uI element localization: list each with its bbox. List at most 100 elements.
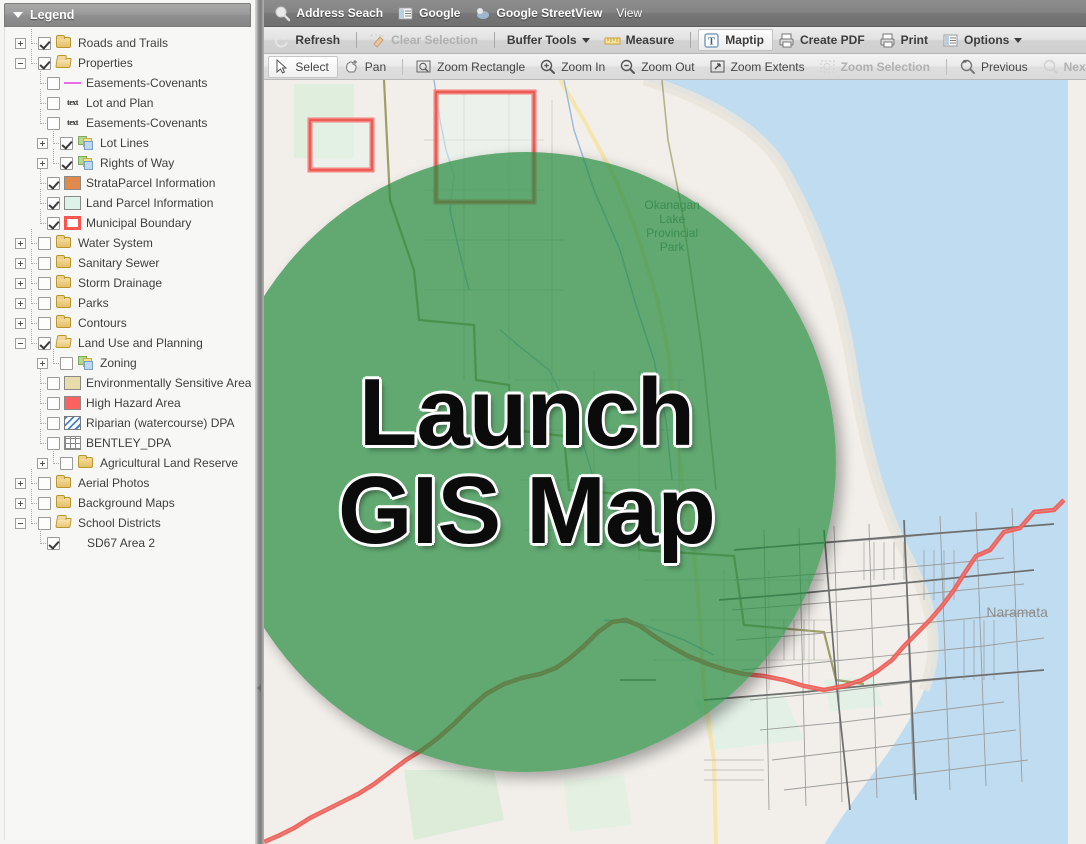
tree-expander-minus-icon[interactable] [15, 58, 26, 69]
tree-guide [37, 533, 46, 553]
legend-item-checkbox[interactable] [60, 357, 73, 370]
nav-zoom-extents[interactable]: Zoom Extents [704, 56, 814, 78]
legend-item[interactable]: Parks [5, 293, 251, 313]
legend-item-checkbox[interactable] [38, 497, 51, 510]
legend-item[interactable]: textLot and Plan [5, 93, 251, 113]
legend-item[interactable]: Riparian (watercourse) DPA [5, 413, 251, 433]
legend-item[interactable]: Zoning [5, 353, 251, 373]
tree-expander-plus-icon[interactable] [37, 138, 48, 149]
tree-expander-plus-icon[interactable] [37, 458, 48, 469]
legend-item[interactable]: Aerial Photos [5, 473, 251, 493]
legend-item[interactable]: School Districts [5, 513, 251, 533]
tree-guide [37, 93, 46, 113]
panel-splitter[interactable] [256, 0, 264, 844]
tree-guide [28, 53, 37, 73]
legend-item-checkbox[interactable] [38, 277, 51, 290]
nav-zoom-out[interactable]: Zoom Out [614, 56, 703, 78]
legend-item[interactable]: Agricultural Land Reserve [5, 453, 251, 473]
legend-item-checkbox[interactable] [47, 537, 60, 550]
legend-header[interactable]: Legend [4, 3, 251, 27]
chevron-down-icon[interactable] [582, 38, 590, 43]
map-canvas[interactable]: Okanagan Lake Provincial Park Naramata L… [264, 80, 1086, 844]
tree-expander-plus-icon[interactable] [15, 38, 26, 49]
legend-item[interactable]: Sanitary Sewer [5, 253, 251, 273]
tool-refresh[interactable]: Refresh [268, 29, 349, 51]
legend-item[interactable]: Storm Drainage [5, 273, 251, 293]
legend-item-checkbox[interactable] [47, 117, 60, 130]
legend-item-checkbox[interactable] [47, 397, 60, 410]
legend-item-checkbox[interactable] [38, 237, 51, 250]
collapse-panel-arrow-icon[interactable] [257, 684, 261, 692]
nav-zoom-rectangle[interactable]: Zoom Rectangle [410, 56, 534, 78]
legend-item[interactable]: Lot Lines [5, 133, 251, 153]
legend-item-checkbox[interactable] [47, 177, 60, 190]
legend-item[interactable]: Land Parcel Information [5, 193, 251, 213]
tree-expander-plus-icon[interactable] [37, 358, 48, 369]
tree-expander-plus-icon[interactable] [37, 158, 48, 169]
tool-measure[interactable]: Measure [599, 29, 684, 51]
legend-item[interactable]: Roads and Trails [5, 33, 251, 53]
legend-item[interactable]: High Hazard Area [5, 393, 251, 413]
legend-item-checkbox[interactable] [38, 37, 51, 50]
legend-item-checkbox[interactable] [38, 297, 51, 310]
legend-item-checkbox[interactable] [60, 157, 73, 170]
menu-item-view[interactable]: View [612, 0, 652, 27]
legend-item[interactable]: Easements-Covenants [5, 73, 251, 93]
menu-item-address-seach[interactable]: Address Seach [270, 0, 393, 27]
tool-print[interactable]: Print [874, 29, 937, 51]
legend-item[interactable]: Land Use and Planning [5, 333, 251, 353]
tree-expander-plus-icon[interactable] [15, 478, 26, 489]
legend-item-label: Zoning [100, 356, 137, 370]
legend-tree[interactable]: Roads and TrailsPropertiesEasements-Cove… [4, 27, 251, 840]
tool-buffer-tools[interactable]: Buffer Tools [502, 29, 599, 51]
legend-item[interactable]: Background Maps [5, 493, 251, 513]
legend-item-checkbox[interactable] [38, 317, 51, 330]
tool-maptip[interactable]: TMaptip [698, 29, 773, 51]
tree-expander-plus-icon[interactable] [15, 498, 26, 509]
tree-expander-plus-icon[interactable] [15, 318, 26, 329]
legend-item[interactable]: BENTLEY_DPA [5, 433, 251, 453]
tree-expander-minus-icon[interactable] [15, 518, 26, 529]
legend-item-checkbox[interactable] [47, 77, 60, 90]
tool-options[interactable]: Options [937, 29, 1031, 51]
legend-item-checkbox[interactable] [38, 257, 51, 270]
folder-closed-icon [55, 475, 73, 491]
zoom-next-icon [1042, 58, 1059, 75]
triangle-down-icon[interactable] [13, 12, 23, 18]
legend-item-checkbox[interactable] [38, 57, 51, 70]
legend-item-checkbox[interactable] [47, 217, 60, 230]
tree-expander-minus-icon[interactable] [15, 338, 26, 349]
tree-expander-plus-icon[interactable] [15, 258, 26, 269]
legend-item-checkbox[interactable] [47, 197, 60, 210]
legend-item[interactable]: SD67 Area 2 [5, 533, 251, 553]
legend-item[interactable]: Municipal Boundary [5, 213, 251, 233]
legend-item-checkbox[interactable] [47, 377, 60, 390]
legend-item-checkbox[interactable] [38, 477, 51, 490]
menu-item-google-streetview[interactable]: Google StreetView [470, 0, 612, 27]
legend-item[interactable]: textEasements-Covenants [5, 113, 251, 133]
legend-item-checkbox[interactable] [47, 437, 60, 450]
tree-expander-plus-icon[interactable] [15, 238, 26, 249]
legend-item-checkbox[interactable] [47, 417, 60, 430]
tree-expander-plus-icon[interactable] [15, 298, 26, 309]
legend-item[interactable]: Environmentally Sensitive Area [5, 373, 251, 393]
legend-item[interactable]: Water System [5, 233, 251, 253]
legend-item-checkbox[interactable] [47, 97, 60, 110]
tree-expander-plus-icon[interactable] [15, 278, 26, 289]
nav-zoom-in[interactable]: Zoom In [534, 56, 614, 78]
legend-item[interactable]: Contours [5, 313, 251, 333]
chevron-down-icon[interactable] [1014, 38, 1022, 43]
legend-item[interactable]: Properties [5, 53, 251, 73]
legend-item-checkbox[interactable] [38, 517, 51, 530]
legend-item-checkbox[interactable] [38, 337, 51, 350]
legend-item[interactable]: Rights of Way [5, 153, 251, 173]
legend-item-checkbox[interactable] [60, 137, 73, 150]
menu-item-google[interactable]: Google [393, 0, 470, 27]
nav-select[interactable]: Select [268, 56, 337, 78]
tool-create-pdf[interactable]: Create PDF [773, 29, 874, 51]
nav-previous[interactable]: Previous [954, 56, 1037, 78]
tree-guide [37, 433, 46, 453]
legend-item-checkbox[interactable] [60, 457, 73, 470]
legend-item[interactable]: StrataParcel Information [5, 173, 251, 193]
nav-pan[interactable]: Pan [338, 56, 395, 78]
